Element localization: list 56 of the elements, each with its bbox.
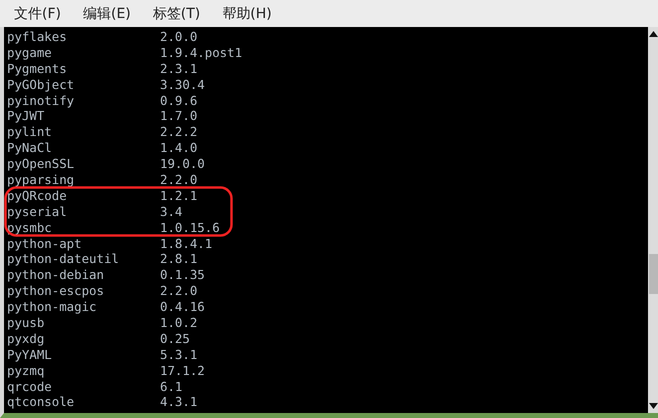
package-name: python-magic	[7, 299, 98, 316]
package-version: 0.25	[160, 330, 191, 347]
package-version: 1.0.2	[160, 315, 198, 331]
package-name: python-dateutil	[7, 251, 120, 268]
package-name: qtconsole	[7, 394, 76, 410]
package-name: qrcode	[7, 378, 53, 394]
package-version: 19.0.0	[160, 156, 206, 172]
package-version: 0.9.6	[160, 92, 198, 108]
package-version: 2.0.0	[160, 29, 198, 45]
package-name: pyzmq	[7, 362, 46, 379]
package-version: 3.30.4	[160, 76, 206, 93]
package-name: PyNaCl	[7, 140, 53, 156]
package-name: pyQRcode	[7, 188, 68, 204]
package-name: PyGObject	[7, 76, 76, 93]
package-version: 1.0.15.6	[160, 220, 221, 236]
package-name: pylint	[7, 124, 53, 140]
package-name: pyOpenSSL	[7, 156, 76, 172]
package-version: 2.8.1	[160, 251, 198, 268]
package-name: pygame	[7, 44, 53, 61]
package-name: pyinotify	[7, 92, 76, 108]
package-name: pyserial	[7, 204, 68, 220]
package-version: 1.4.0	[160, 140, 198, 156]
package-version: 2.2.0	[160, 172, 198, 188]
menu-item[interactable]: 编辑(E)	[82, 4, 131, 22]
package-version: 0.4.16	[160, 299, 206, 316]
package-name: python-escpos	[7, 283, 105, 300]
menu-item[interactable]: 帮助(H)	[222, 4, 272, 22]
package-name: python-debian	[7, 267, 105, 284]
package-version: 1.9.4.post1	[160, 44, 244, 61]
package-version: 2.2.0	[160, 283, 198, 300]
package-name: pysmbc	[7, 220, 53, 236]
menu-item[interactable]: 标签(T)	[152, 4, 200, 22]
package-name: pyxdg	[7, 330, 46, 347]
scroll-down-icon[interactable]	[649, 403, 658, 409]
scrollbar[interactable]	[648, 27, 658, 413]
package-version: 3.4	[160, 204, 184, 220]
package-version: 6.1	[160, 378, 184, 394]
scroll-up-icon[interactable]	[649, 31, 658, 37]
package-version: 1.2.1	[160, 188, 198, 204]
package-name: Pygments	[7, 60, 68, 77]
package-version: 4.3.1	[160, 394, 198, 410]
package-name: pyusb	[7, 315, 46, 331]
package-version: 2.2.2	[160, 124, 198, 140]
package-version: 5.3.1	[160, 346, 198, 363]
package-name: python-apt	[7, 236, 83, 252]
package-version: 0.1.35	[160, 267, 206, 284]
package-name: pyflakes	[7, 29, 68, 45]
package-name: PyJWT	[7, 108, 46, 124]
package-version: 2.3.1	[160, 60, 198, 77]
scrollbar-thumb[interactable]	[649, 254, 658, 294]
package-version: 1.8.4.1	[160, 236, 214, 252]
package-version: 1.7.0	[160, 108, 198, 124]
package-name: PyYAML	[7, 346, 53, 363]
menu-item[interactable]: 文件(F)	[14, 4, 61, 22]
package-name: pyparsing	[7, 172, 76, 188]
package-version: 17.1.2	[160, 362, 206, 379]
